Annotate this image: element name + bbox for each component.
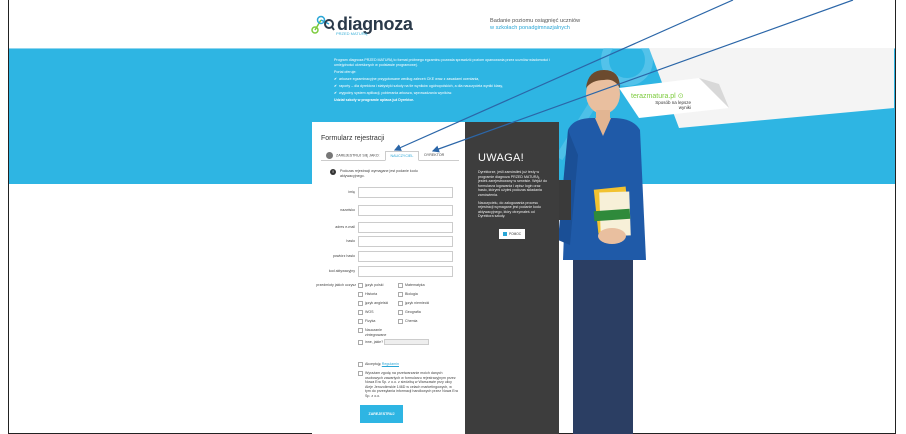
activation-code-input[interactable] bbox=[358, 266, 453, 277]
warning-title: UWAGA! bbox=[478, 152, 525, 164]
tab-teacher[interactable]: NAUCZYCIEL bbox=[384, 150, 420, 161]
banner-feature: ✔ wygodny system aplikacji, pobierania ar… bbox=[334, 91, 453, 95]
warning-panel: UWAGA! Dyrektorze, jeśli zamówiłeś już t… bbox=[465, 122, 559, 434]
banner-description: Program diagnoza PRZED MATURĄ to format … bbox=[334, 58, 559, 105]
banner-intro: Program diagnoza PRZED MATURĄ to format … bbox=[334, 58, 550, 67]
tab-register-as: ZAREJESTRUJ SIĘ JAKO: bbox=[321, 150, 385, 161]
field-repeat-password: powtórz hasło bbox=[312, 251, 465, 263]
role-tabs: ZAREJESTRUJ SIĘ JAKO: NAUCZYCIEL DYREKTO… bbox=[321, 150, 459, 161]
repeat-password-input[interactable] bbox=[358, 251, 453, 262]
tagline: Badanie poziomu osiągnięć uczniów w szko… bbox=[490, 18, 580, 32]
subject-checkbox[interactable]: WOS bbox=[358, 310, 374, 315]
terms-link[interactable]: Regulamin bbox=[382, 362, 399, 366]
form-title: Formularz rejestracji bbox=[321, 135, 385, 142]
info-icon: ! bbox=[330, 169, 336, 175]
email-input[interactable] bbox=[358, 222, 453, 233]
banner-closing: Udział szkoły w programie opłaca już Dyr… bbox=[334, 98, 414, 102]
subject-checkbox[interactable]: Geografia bbox=[398, 310, 421, 315]
terms-consent[interactable]: Akceptuję Regulamin bbox=[358, 362, 458, 367]
subject-checkbox[interactable]: Chemia bbox=[398, 319, 417, 324]
subject-checkbox[interactable]: Historia bbox=[358, 292, 377, 297]
banner-portal-heading: Portal oferuje: bbox=[334, 70, 357, 74]
help-button[interactable]: POMOC bbox=[499, 229, 525, 239]
field-first-name: imię bbox=[312, 187, 465, 199]
subject-checkbox[interactable]: Fizyka bbox=[358, 319, 375, 324]
help-icon bbox=[502, 232, 507, 236]
first-name-input[interactable] bbox=[358, 187, 453, 198]
student-illustration bbox=[553, 70, 646, 434]
partner-logo-icon: ⊙ bbox=[677, 93, 684, 100]
activation-info: ! Podczas rejestracji wymagane jest poda… bbox=[330, 169, 440, 179]
field-email: adres e-mail bbox=[312, 222, 465, 234]
warning-text: Dyrektorze, jeśli zamówiłeś już testy w … bbox=[478, 170, 548, 219]
subject-checkbox[interactable]: Nauczanie zintegrowane bbox=[358, 328, 386, 337]
user-icon bbox=[326, 151, 333, 159]
banner-feature: ✔ arkusze egzaminacyjne przygotowane wedł… bbox=[334, 77, 480, 81]
subject-other-checkbox[interactable]: inne, jakie? bbox=[358, 340, 383, 345]
check-icon: ✔ bbox=[334, 84, 338, 88]
subject-checkbox[interactable]: język niemiecki bbox=[398, 301, 429, 306]
molecule-icon bbox=[309, 12, 335, 36]
check-icon: ✔ bbox=[334, 91, 338, 95]
other-subject-input[interactable] bbox=[384, 339, 429, 345]
subject-checkbox[interactable]: Biologia bbox=[398, 292, 418, 297]
tab-director[interactable]: DYREKTOR bbox=[419, 151, 449, 159]
subject-checkbox[interactable]: język angielski bbox=[358, 301, 388, 306]
marketing-checkbox[interactable] bbox=[358, 371, 363, 376]
page: diagnoza Badanie poziomu osiągnięć uczni… bbox=[0, 0, 906, 434]
field-password: hasło bbox=[312, 236, 465, 248]
registration-form: Formularz rejestracji ZAREJESTRUJ SIĘ JA… bbox=[312, 122, 465, 434]
banner-feature: ✔ raporty – dla dyrektora i statystyki sz… bbox=[334, 84, 503, 88]
check-icon: ✔ bbox=[334, 77, 338, 81]
tagline-line2: w szkołach ponadgimnazjalnych bbox=[490, 25, 570, 31]
terms-checkbox[interactable] bbox=[358, 362, 363, 367]
password-input[interactable] bbox=[358, 236, 453, 247]
last-name-input[interactable] bbox=[358, 205, 453, 216]
field-last-name: nazwisko bbox=[312, 205, 465, 217]
subject-checkbox[interactable]: Matematyka bbox=[398, 283, 425, 288]
marketing-consent[interactable]: Wyrażam zgodę na przetwarzanie moich dan… bbox=[358, 371, 458, 398]
header: diagnoza Badanie poziomu osiągnięć uczni… bbox=[9, 0, 895, 48]
subjects-label: przedmioty jakich uczysz bbox=[316, 283, 356, 287]
subject-checkbox[interactable]: język polski bbox=[358, 283, 383, 288]
tagline-line1: Badanie poziomu osiągnięć uczniów bbox=[490, 18, 581, 24]
field-activation-code: kod aktywacyjny bbox=[312, 266, 465, 278]
logo-subtitle: PRZED MATURĄ bbox=[336, 31, 368, 36]
register-button[interactable]: ZAREJESTRUJ bbox=[360, 405, 403, 423]
